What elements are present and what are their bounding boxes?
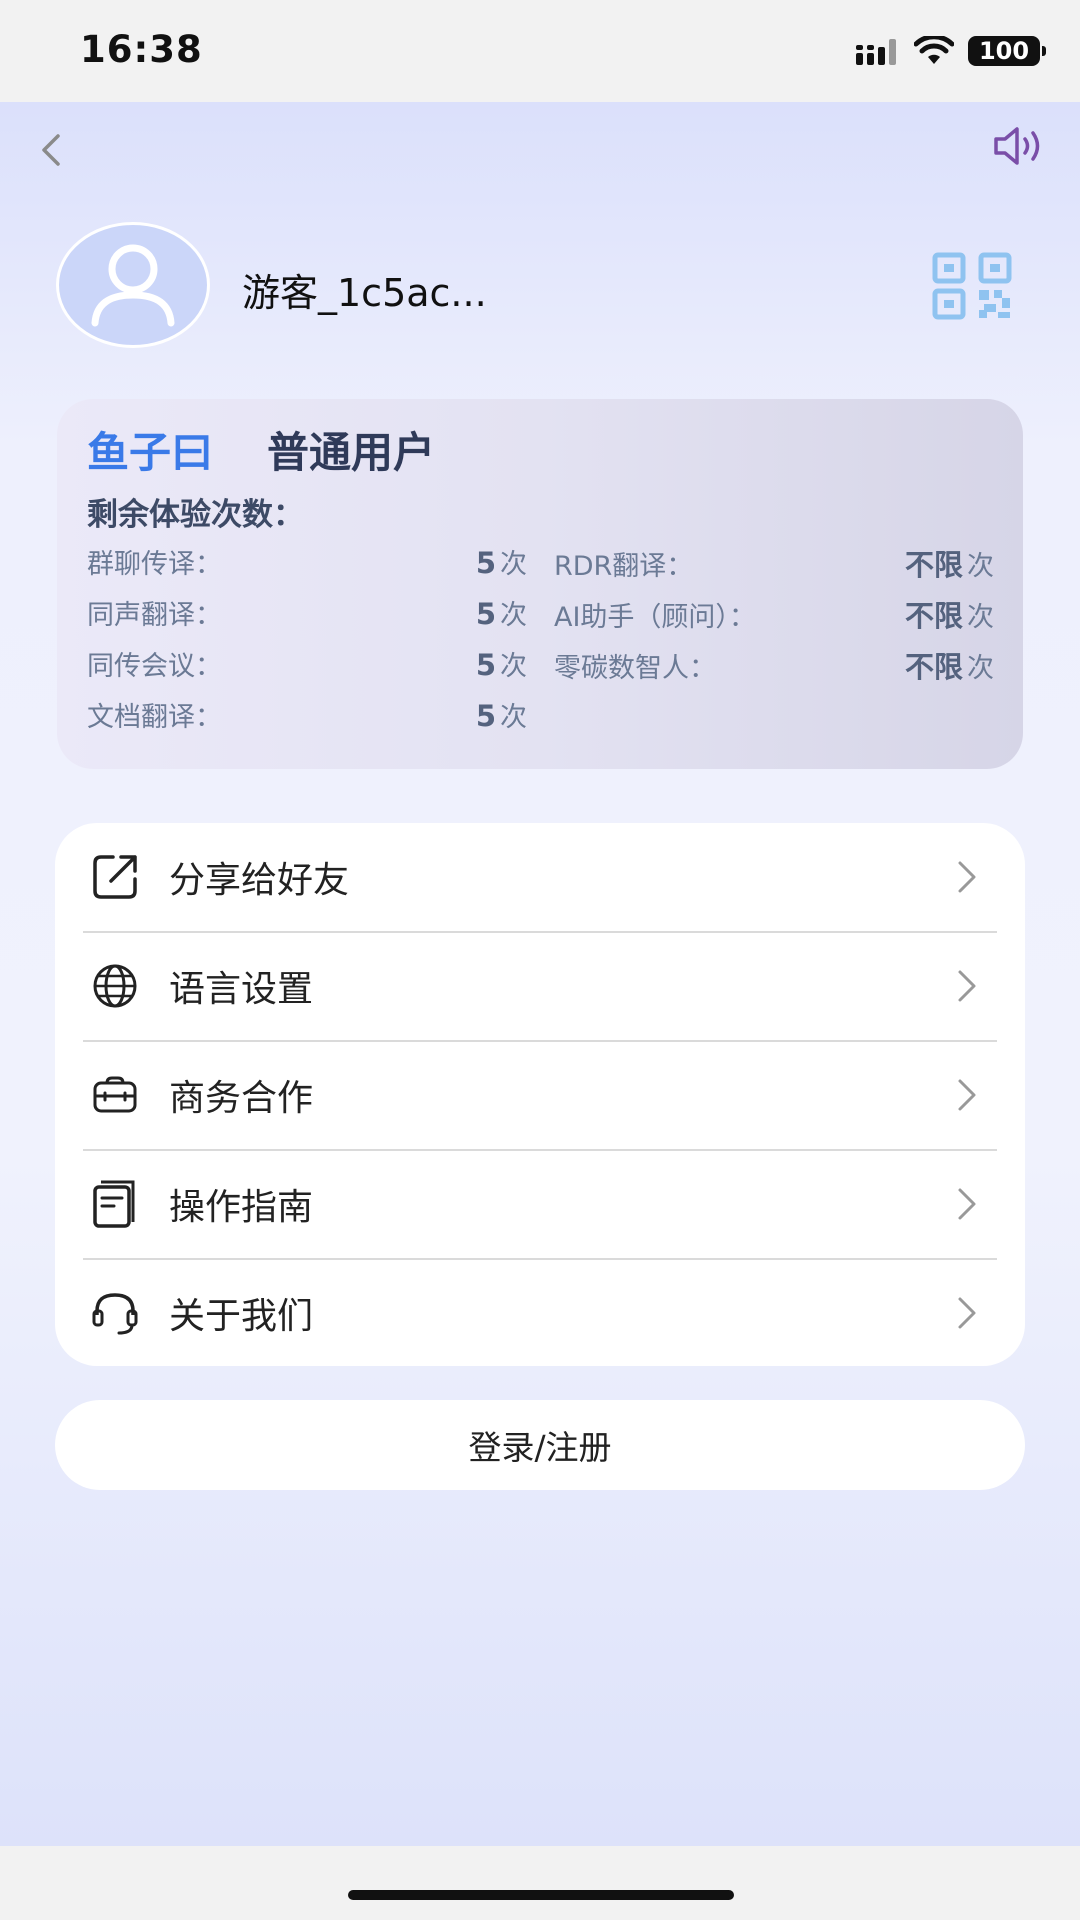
back-icon[interactable] bbox=[34, 130, 68, 170]
qr-code-icon[interactable] bbox=[932, 252, 1012, 320]
quota-value: 5 bbox=[475, 648, 496, 682]
quota-value: 不限 bbox=[904, 599, 963, 633]
membership-card: 鱼子曰 普通用户 剩余体验次数： 群聊传译： 5 次 同声翻译： 5 次 同传会… bbox=[57, 399, 1023, 769]
chevron-right-icon bbox=[958, 1188, 976, 1220]
status-time: 16:38 bbox=[80, 28, 203, 71]
quota-label: 群聊传译： bbox=[87, 549, 222, 580]
quota-label: 同传会议： bbox=[87, 651, 222, 682]
quota-row: RDR翻译： 不限 次 bbox=[554, 542, 994, 582]
quota-label: 零碳数智人： bbox=[554, 653, 716, 684]
chevron-right-icon bbox=[958, 1297, 976, 1329]
chevron-right-icon bbox=[958, 970, 976, 1002]
headset-icon bbox=[89, 1287, 141, 1339]
quota-unit: 次 bbox=[500, 651, 527, 682]
settings-menu: 分享给好友 语言设置 商务合作 操作指南 关于我们 bbox=[55, 823, 1025, 1366]
quota-label: RDR翻译： bbox=[554, 551, 694, 582]
quota-unit: 次 bbox=[967, 653, 994, 684]
profile-page: 游客_1c5ac... 鱼子曰 普通用户 剩余体验次数： 群聊传译： 5 次 同… bbox=[0, 102, 1080, 1846]
guide-icon bbox=[89, 1178, 141, 1230]
username: 游客_1c5ac... bbox=[242, 271, 487, 315]
quota-label: AI助手（顾问）： bbox=[554, 602, 756, 633]
quota-unit: 次 bbox=[967, 602, 994, 633]
menu-item-about[interactable]: 关于我们 bbox=[55, 1259, 1025, 1367]
chevron-right-icon bbox=[958, 1079, 976, 1111]
quota-value: 不限 bbox=[904, 548, 963, 582]
quota-unit: 次 bbox=[500, 702, 527, 733]
login-register-button[interactable]: 登录/注册 bbox=[55, 1400, 1025, 1490]
quota-unit: 次 bbox=[967, 551, 994, 582]
quota-label: 同声翻译： bbox=[87, 600, 222, 631]
wifi-icon bbox=[914, 36, 954, 64]
status-icons: 100 bbox=[856, 36, 1046, 66]
menu-item-label: 语言设置 bbox=[169, 969, 314, 1010]
menu-item-label: 分享给好友 bbox=[169, 860, 350, 901]
menu-item-language[interactable]: 语言设置 bbox=[55, 932, 1025, 1040]
membership-level: 普通用户 bbox=[267, 428, 436, 477]
status-bar: 16:38 100 bbox=[0, 0, 1080, 102]
quota-row: 文档翻译： 5 次 bbox=[87, 695, 527, 735]
menu-item-business[interactable]: 商务合作 bbox=[55, 1041, 1025, 1149]
remaining-title: 剩余体验次数： bbox=[87, 497, 304, 533]
battery-indicator: 100 bbox=[968, 36, 1046, 66]
signal-icon bbox=[856, 39, 896, 65]
quota-value: 5 bbox=[475, 699, 496, 733]
quota-row: AI助手（顾问）： 不限 次 bbox=[554, 593, 994, 633]
quota-row: 同声翻译： 5 次 bbox=[87, 593, 527, 633]
chevron-right-icon bbox=[958, 861, 976, 893]
quota-row: 零碳数智人： 不限 次 bbox=[554, 644, 994, 684]
menu-item-guide[interactable]: 操作指南 bbox=[55, 1150, 1025, 1258]
menu-item-label: 关于我们 bbox=[169, 1296, 314, 1337]
quota-value: 5 bbox=[475, 597, 496, 631]
quota-unit: 次 bbox=[500, 549, 527, 580]
avatar[interactable] bbox=[56, 222, 210, 348]
quota-unit: 次 bbox=[500, 600, 527, 631]
quota-row: 群聊传译： 5 次 bbox=[87, 542, 527, 582]
globe-icon bbox=[89, 960, 141, 1012]
brand-name: 鱼子曰 bbox=[87, 428, 214, 477]
quota-value: 5 bbox=[475, 546, 496, 580]
share-icon bbox=[89, 851, 141, 903]
quota-value: 不限 bbox=[904, 650, 963, 684]
quota-label: 文档翻译： bbox=[87, 702, 222, 733]
user-icon bbox=[91, 244, 175, 327]
menu-item-share[interactable]: 分享给好友 bbox=[55, 823, 1025, 931]
menu-item-label: 商务合作 bbox=[169, 1078, 314, 1119]
menu-item-label: 操作指南 bbox=[169, 1187, 314, 1228]
briefcase-icon bbox=[89, 1069, 141, 1121]
quota-row: 同传会议： 5 次 bbox=[87, 644, 527, 684]
battery-level: 100 bbox=[978, 37, 1030, 65]
speaker-icon[interactable] bbox=[992, 122, 1048, 170]
home-indicator[interactable] bbox=[348, 1890, 734, 1900]
